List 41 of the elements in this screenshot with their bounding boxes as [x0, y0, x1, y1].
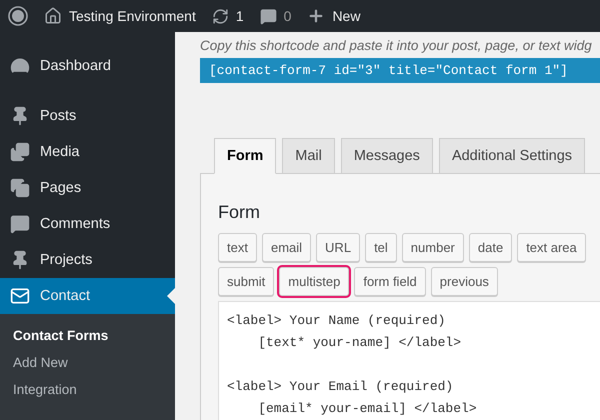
tag-button[interactable]: number [402, 233, 464, 262]
sidebar-item[interactable]: Dashboard [0, 48, 175, 84]
sidebar-item[interactable]: Pages [0, 170, 175, 206]
tag-button[interactable]: text area [517, 233, 586, 262]
tag-button[interactable]: text [218, 233, 257, 262]
tag-button[interactable]: previous [430, 267, 498, 296]
speech-bubble-icon [10, 214, 30, 234]
speech-bubble-icon[interactable] [260, 8, 277, 24]
submenu-item[interactable]: Add New [0, 349, 175, 376]
tag-button[interactable]: submit [218, 267, 274, 296]
tab[interactable]: Mail [282, 138, 335, 174]
sidebar-item[interactable]: Posts [0, 98, 175, 134]
updates-count: 1 [236, 8, 244, 24]
shortcode-field[interactable]: [contact-form-7 id="3" title="Contact form 1"] [200, 58, 600, 83]
pages-icon [10, 178, 30, 198]
plus-icon [307, 7, 326, 25]
tag-button[interactable]: multistep [279, 267, 350, 296]
submenu-item[interactable]: Integration [0, 376, 175, 403]
site-name-link[interactable]: Testing Environment [69, 8, 196, 24]
panel-heading: Form [218, 202, 261, 223]
tab[interactable]: Additional Settings [438, 138, 586, 174]
envelope-icon [10, 286, 30, 306]
shortcode-hint: Copy this shortcode and paste it into your post, page, or text widg [200, 38, 593, 53]
sidebar-item[interactable]: Media [0, 134, 175, 170]
sidebar-item[interactable]: Contact [0, 278, 175, 314]
comments-count: 0 [284, 8, 292, 24]
tab[interactable]: Form [214, 138, 276, 174]
submenu-item[interactable]: Contact Forms [0, 322, 175, 349]
tag-button[interactable]: date [468, 233, 512, 262]
home-icon [44, 7, 62, 25]
menu-pointer-icon [167, 288, 175, 304]
tag-button[interactable]: email [262, 233, 312, 262]
new-link[interactable]: New [332, 8, 360, 24]
tag-button[interactable]: tel [365, 233, 397, 262]
form-code-editor[interactable]: <label> Your Name (required) [text* your-name] </label> <label> Your Email (required) [email* your-email] </label> [218, 301, 600, 420]
sidebar-item[interactable]: Comments [0, 206, 175, 242]
tag-button[interactable]: form field [354, 267, 426, 296]
refresh-icon[interactable] [212, 8, 229, 24]
tab[interactable]: Messages [340, 138, 433, 174]
tag-button[interactable]: URL [316, 233, 360, 262]
sidebar-item[interactable]: Projects [0, 242, 175, 278]
